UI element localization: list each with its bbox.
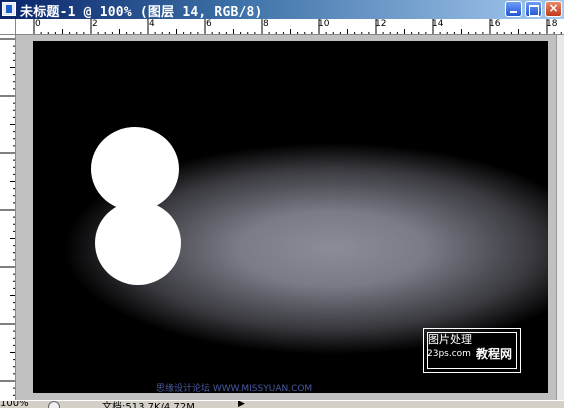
site-logo: 图片处理 23ps.com 教程网 [423, 328, 521, 373]
status-info-icon[interactable] [48, 401, 60, 408]
logo-text: 图片处理 [428, 333, 472, 346]
ruler-label: 0 [35, 19, 41, 29]
minimize-icon [510, 11, 517, 13]
image-canvas[interactable]: 图片处理 23ps.com 教程网 [33, 41, 548, 393]
logo-text: 23ps.com [427, 349, 471, 359]
ruler-label: 12 [375, 19, 387, 29]
ruler-label: 2 [92, 19, 98, 29]
ruler-ticks [0, 38, 15, 396]
ruler-label: 10 [318, 19, 330, 29]
ruler-label: 4 [149, 19, 155, 29]
ruler-label: 14 [432, 19, 444, 29]
horizontal-ruler[interactable]: 0 2 4 6 8 10 12 14 16 18 [16, 19, 564, 35]
photoshop-document-icon[interactable] [2, 2, 16, 16]
minimize-button[interactable] [505, 1, 522, 17]
maximize-button[interactable] [525, 1, 542, 17]
title-bar[interactable]: 未标题-1 @ 100% (图层 14, RGB/8) × [0, 0, 564, 20]
ruler-label: 6 [206, 19, 212, 29]
close-icon: × [548, 1, 559, 15]
vertical-scrollbar[interactable] [556, 35, 564, 400]
logo-text: 教程网 [476, 347, 513, 361]
document-size: 文档:513.7K/4.72M [102, 402, 195, 408]
ruler-origin[interactable] [0, 19, 16, 35]
close-button[interactable]: × [545, 1, 562, 17]
status-menu-arrow-icon[interactable]: ▶ [238, 401, 245, 408]
vertical-ruler[interactable] [0, 35, 16, 400]
maximize-icon [529, 5, 539, 16]
watermark-text: 思缘设计论坛 WWW.MISSYUAN.COM [156, 384, 313, 394]
ruler-label: 16 [489, 19, 501, 29]
white-circle-shape[interactable] [95, 201, 181, 285]
white-circle-shape[interactable] [91, 127, 179, 211]
ruler-ticks [33, 19, 562, 34]
ruler-label: 8 [263, 19, 269, 29]
status-bar: 100% 文档:513.7K/4.72M ▶ [0, 400, 564, 408]
document-workspace[interactable]: 图片处理 23ps.com 教程网 思缘设计论坛 WWW.MISSYUAN.CO… [16, 35, 556, 400]
ruler-label: 18 [546, 19, 558, 29]
zoom-level[interactable]: 100% [0, 401, 29, 408]
window-title: 未标题-1 @ 100% (图层 14, RGB/8) [20, 5, 263, 20]
